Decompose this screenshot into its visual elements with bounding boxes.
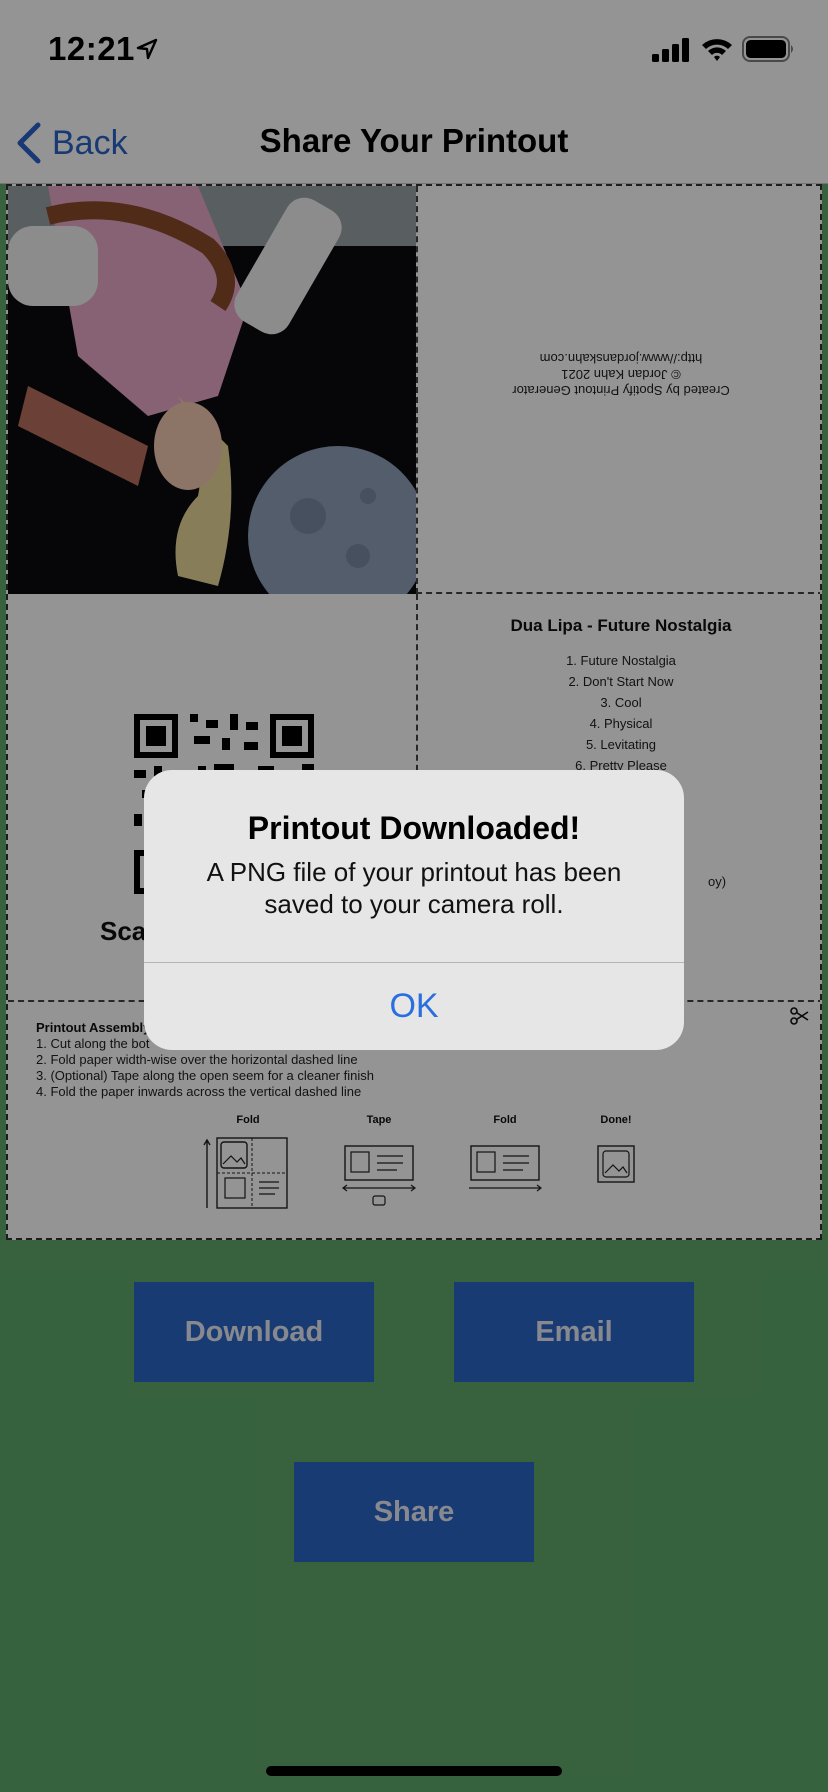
home-indicator[interactable] <box>266 1766 562 1776</box>
alert-title: Printout Downloaded! <box>247 810 581 846</box>
alert-dialog: Printout Downloaded! A PNG file of your … <box>144 770 684 1050</box>
ok-button[interactable]: OK <box>144 963 684 1050</box>
alert-message: A PNG file of your printout has been sav… <box>206 857 622 919</box>
